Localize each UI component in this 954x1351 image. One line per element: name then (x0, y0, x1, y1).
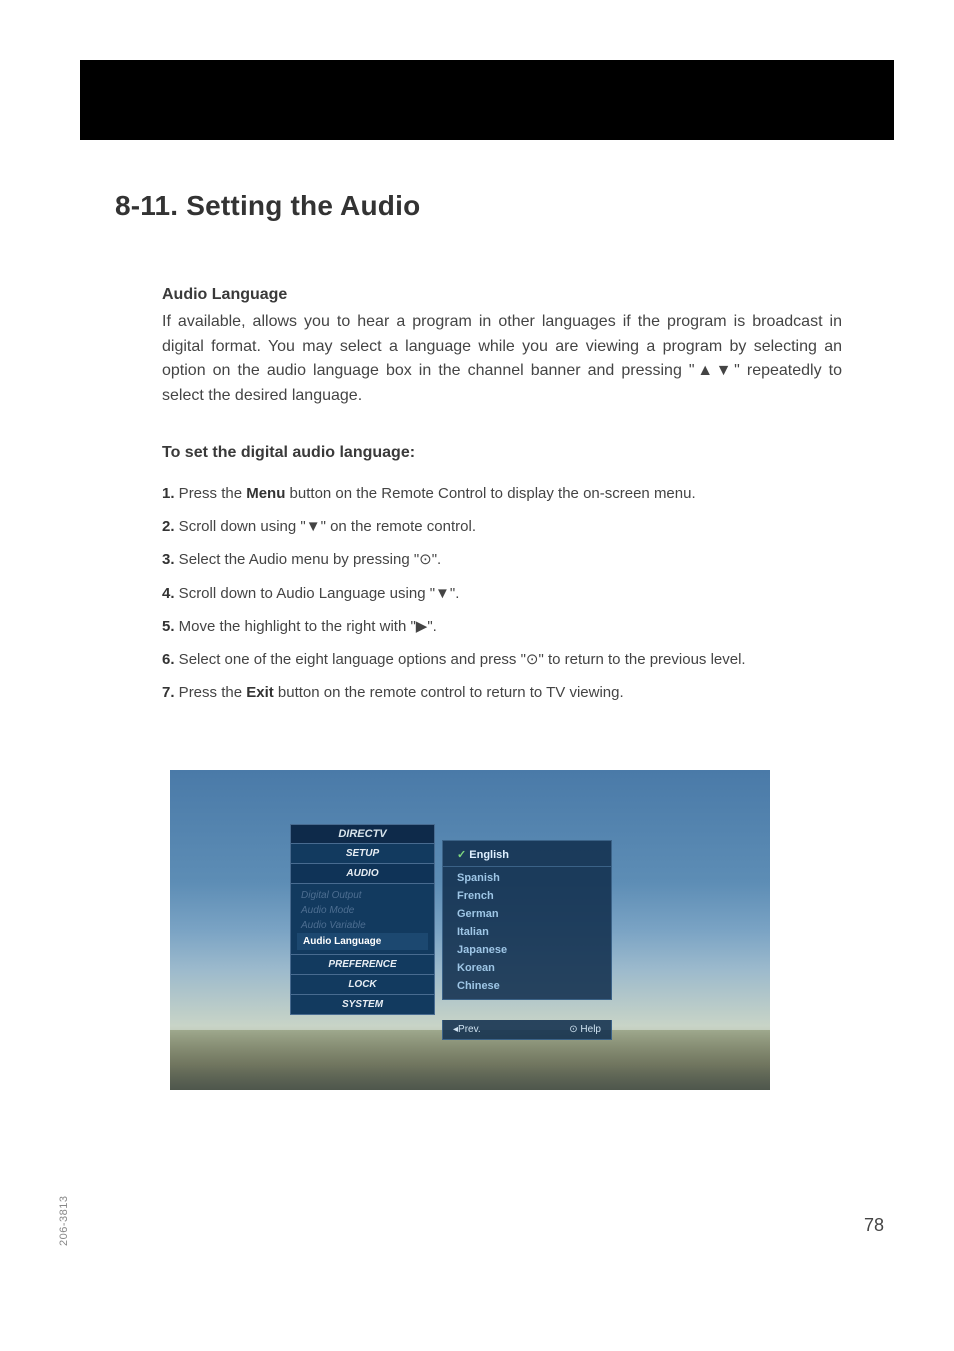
step-6: 6. Select one of the eight language opti… (162, 648, 842, 671)
osd-menu-audio: AUDIO (290, 864, 435, 884)
subsection-paragraph: If available, allows you to hear a progr… (162, 310, 842, 409)
document-id: 206-3813 (58, 1196, 70, 1247)
osd-footer-prev: ◂Prev. (453, 1024, 481, 1035)
page-number: 78 (864, 1215, 884, 1236)
step-text: Press the (175, 485, 247, 502)
step-text: Scroll down using "▼" on the remote cont… (175, 518, 476, 535)
step-1: 1. Press the Menu button on the Remote C… (162, 482, 842, 505)
divider (443, 866, 611, 867)
osd-sub-audio-language: Audio Language (297, 933, 428, 950)
osd-menu-panel: DIRECTV SETUP AUDIO Digital Output Audio… (290, 824, 435, 1015)
step-text: Select one of the eight language options… (175, 651, 746, 668)
step-number: 5. (162, 618, 175, 635)
step-keyword: Menu (246, 485, 285, 502)
osd-footer-help: ⊙ Help (569, 1024, 601, 1035)
osd-language-list: English Spanish French German Italian Ja… (442, 840, 612, 1000)
lang-italian: Italian (443, 923, 611, 941)
osd-sub-audio-variable: Audio Variable (297, 918, 428, 933)
step-text: Scroll down to Audio Language using "▼". (175, 585, 460, 602)
lang-german: German (443, 905, 611, 923)
procedure-heading: To set the digital audio language: (162, 441, 842, 466)
step-7: 7. Press the Exit button on the remote c… (162, 681, 842, 704)
header-black-bar (80, 60, 894, 140)
subsection-title: Audio Language (162, 283, 842, 308)
lang-chinese: Chinese (443, 977, 611, 995)
lang-korean: Korean (443, 959, 611, 977)
lang-spanish: Spanish (443, 869, 611, 887)
step-4: 4. Scroll down to Audio Language using "… (162, 582, 842, 605)
step-text: Select the Audio menu by pressing "⊙". (175, 551, 442, 568)
osd-menu-preference: PREFERENCE (290, 955, 435, 975)
osd-sub-audio-mode: Audio Mode (297, 903, 428, 918)
step-2: 2. Scroll down using "▼" on the remote c… (162, 515, 842, 538)
tv-screenshot: DIRECTV SETUP AUDIO Digital Output Audio… (170, 770, 770, 1090)
page: 8-11. Setting the Audio Audio Language I… (0, 0, 954, 1351)
step-number: 7. (162, 684, 175, 701)
osd-menu-lock: LOCK (290, 975, 435, 995)
section-heading: 8-11. Setting the Audio (115, 190, 420, 222)
step-number: 1. (162, 485, 175, 502)
step-number: 4. (162, 585, 175, 602)
step-text: button on the remote control to return t… (274, 684, 624, 701)
steps-list: 1. Press the Menu button on the Remote C… (162, 482, 842, 705)
step-5: 5. Move the highlight to the right with … (162, 615, 842, 638)
osd-menu-setup: SETUP (290, 844, 435, 864)
step-number: 3. (162, 551, 175, 568)
step-text: button on the Remote Control to display … (285, 485, 695, 502)
step-3: 3. Select the Audio menu by pressing "⊙"… (162, 548, 842, 571)
step-keyword: Exit (246, 684, 274, 701)
step-number: 2. (162, 518, 175, 535)
step-number: 6. (162, 651, 175, 668)
step-text: Press the (175, 684, 247, 701)
lang-english: English (443, 845, 611, 864)
osd-audio-subitems: Digital Output Audio Mode Audio Variable… (290, 884, 435, 955)
step-text: Move the highlight to the right with "▶"… (175, 618, 437, 635)
osd-menu-system: SYSTEM (290, 995, 435, 1015)
osd-sub-digital-output: Digital Output (297, 888, 428, 903)
lang-japanese: Japanese (443, 941, 611, 959)
content-block: Audio Language If available, allows you … (162, 283, 842, 715)
lang-french: French (443, 887, 611, 905)
osd-menu-header: DIRECTV (290, 824, 435, 844)
osd-footer: ◂Prev. ⊙ Help (442, 1020, 612, 1040)
